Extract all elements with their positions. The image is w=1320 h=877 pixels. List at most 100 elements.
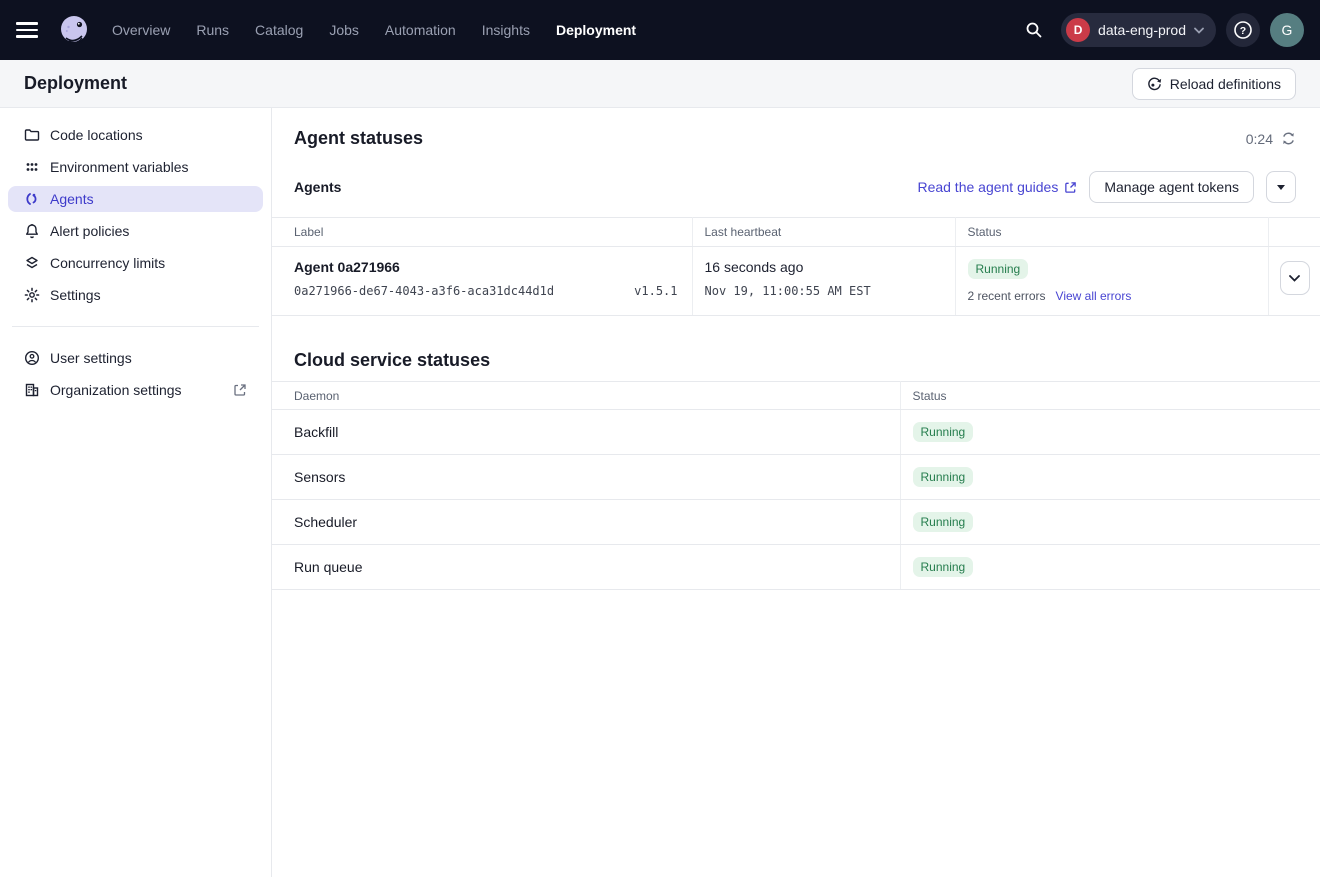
countdown-value: 0:24 <box>1246 131 1273 147</box>
agent-guides-link[interactable]: Read the agent guides <box>917 179 1077 195</box>
col-status: Status <box>900 382 1320 410</box>
heartbeat-relative: 16 seconds ago <box>705 259 943 275</box>
status-badge: Running <box>913 512 974 532</box>
daemon-name: Sensors <box>272 455 900 500</box>
page-header: Deployment Reload definitions <box>0 60 1320 108</box>
daemon-row: Sensors Running <box>272 455 1320 500</box>
nav-item-deployment[interactable]: Deployment <box>556 22 636 38</box>
reload-definitions-label: Reload definitions <box>1170 76 1281 92</box>
status-badge: Running <box>913 557 974 577</box>
sidebar-item-concurrency-limits[interactable]: Concurrency limits <box>8 250 263 276</box>
primary-nav: Overview Runs Catalog Jobs Automation In… <box>112 22 636 38</box>
org-icon <box>24 382 40 398</box>
heartbeat-absolute: Nov 19, 11:00:55 AM EST <box>705 284 871 298</box>
reload-icon <box>1147 76 1162 91</box>
cloud-service-statuses-title: Cloud service statuses <box>294 350 490 371</box>
manage-agent-tokens-label: Manage agent tokens <box>1104 179 1239 195</box>
chevron-down-icon <box>1289 275 1300 282</box>
bell-icon <box>24 223 40 239</box>
nav-item-catalog[interactable]: Catalog <box>255 22 303 38</box>
deployment-sidebar: Code locations Environment variables Age… <box>0 108 272 877</box>
sidebar-item-alert-policies[interactable]: Alert policies <box>8 218 263 244</box>
search-icon[interactable] <box>1017 13 1051 47</box>
agent-icon <box>24 191 40 207</box>
sidebar-item-label: Concurrency limits <box>50 255 165 271</box>
user-avatar[interactable]: G <box>1270 13 1304 47</box>
deployment-switcher-label: data-eng-prod <box>1098 22 1186 38</box>
agents-table: Label Last heartbeat Status Agent 0a2719… <box>272 217 1320 316</box>
col-daemon: Daemon <box>272 382 900 410</box>
col-actions <box>1268 218 1320 247</box>
app-window: Overview Runs Catalog Jobs Automation In… <box>0 0 1320 877</box>
layers-icon <box>24 255 40 271</box>
manage-agent-tokens-button[interactable]: Manage agent tokens <box>1089 171 1254 203</box>
cloud-table-header: Daemon Status <box>272 382 1320 410</box>
sidebar-item-label: Agents <box>50 191 94 207</box>
col-last-heartbeat: Last heartbeat <box>692 218 955 247</box>
dagster-logo-icon[interactable] <box>56 12 92 48</box>
svg-text:?: ? <box>1240 25 1246 37</box>
daemon-row: Run queue Running <box>272 545 1320 590</box>
view-all-errors-link[interactable]: View all errors <box>1056 289 1132 303</box>
agent-uuid: 0a271966-de67-4043-a3f6-aca31dc44d1d <box>294 284 554 298</box>
agent-statuses-title: Agent statuses <box>294 128 423 149</box>
nav-item-overview[interactable]: Overview <box>112 22 170 38</box>
external-link-icon <box>1064 181 1077 194</box>
status-badge: Running <box>913 422 974 442</box>
daemon-row: Scheduler Running <box>272 500 1320 545</box>
topnav-right: D data-eng-prod ? G <box>1017 13 1304 47</box>
chevron-down-icon <box>1194 27 1204 34</box>
recent-errors-count: 2 recent errors <box>968 289 1046 303</box>
agent-row-expand-button[interactable] <box>1280 261 1310 295</box>
agent-row: Agent 0a271966 0a271966-de67-4043-a3f6-a… <box>272 247 1320 316</box>
agent-guides-link-label: Read the agent guides <box>917 179 1058 195</box>
agents-subtitle: Agents <box>294 179 341 195</box>
user-icon <box>24 350 40 366</box>
daemon-name: Backfill <box>272 410 900 455</box>
external-link-icon <box>233 383 247 397</box>
nav-item-automation[interactable]: Automation <box>385 22 456 38</box>
hamburger-menu-icon[interactable] <box>16 16 44 44</box>
nav-item-jobs[interactable]: Jobs <box>329 22 359 38</box>
gear-icon <box>24 287 40 303</box>
sidebar-item-agents[interactable]: Agents <box>8 186 263 212</box>
status-badge: Running <box>968 259 1029 279</box>
status-badge: Running <box>913 467 974 487</box>
main-content: Agent statuses 0:24 Agents Read the agen… <box>272 108 1320 877</box>
nav-item-runs[interactable]: Runs <box>196 22 229 38</box>
sidebar-item-user-settings[interactable]: User settings <box>8 345 263 371</box>
agent-version: v1.5.1 <box>634 284 677 298</box>
top-nav: Overview Runs Catalog Jobs Automation In… <box>0 0 1320 60</box>
agents-table-header: Label Last heartbeat Status <box>272 218 1320 247</box>
cloud-services-table: Daemon Status Backfill Running Sensors R… <box>272 381 1320 590</box>
daemon-row: Backfill Running <box>272 410 1320 455</box>
daemon-name: Run queue <box>272 545 900 590</box>
sidebar-item-organization-settings[interactable]: Organization settings <box>8 377 263 403</box>
sidebar-item-label: Alert policies <box>50 223 129 239</box>
refresh-countdown: 0:24 <box>1246 131 1296 147</box>
deployment-switcher[interactable]: D data-eng-prod <box>1061 13 1216 47</box>
sidebar-item-environment-variables[interactable]: Environment variables <box>8 154 263 180</box>
sidebar-item-label: Organization settings <box>50 382 182 398</box>
help-icon[interactable]: ? <box>1226 13 1260 47</box>
refresh-icon[interactable] <box>1281 131 1296 146</box>
deployment-initial-badge: D <box>1066 18 1090 42</box>
agent-label: Agent 0a271966 <box>294 259 680 275</box>
col-status: Status <box>955 218 1268 247</box>
reload-definitions-button[interactable]: Reload definitions <box>1132 68 1296 100</box>
daemon-name: Scheduler <box>272 500 900 545</box>
sidebar-item-label: Environment variables <box>50 159 189 175</box>
sidebar-item-settings[interactable]: Settings <box>8 282 263 308</box>
agent-actions-menu-button[interactable] <box>1266 171 1296 203</box>
sidebar-item-code-locations[interactable]: Code locations <box>8 122 263 148</box>
sidebar-item-label: Code locations <box>50 127 143 143</box>
nav-item-insights[interactable]: Insights <box>482 22 530 38</box>
folder-icon <box>24 127 40 143</box>
page-title: Deployment <box>24 73 127 94</box>
sidebar-item-label: Settings <box>50 287 101 303</box>
env-vars-icon <box>24 159 40 175</box>
caret-down-icon <box>1277 185 1285 190</box>
sidebar-item-label: User settings <box>50 350 132 366</box>
col-label: Label <box>272 218 692 247</box>
sidebar-divider <box>12 326 259 327</box>
